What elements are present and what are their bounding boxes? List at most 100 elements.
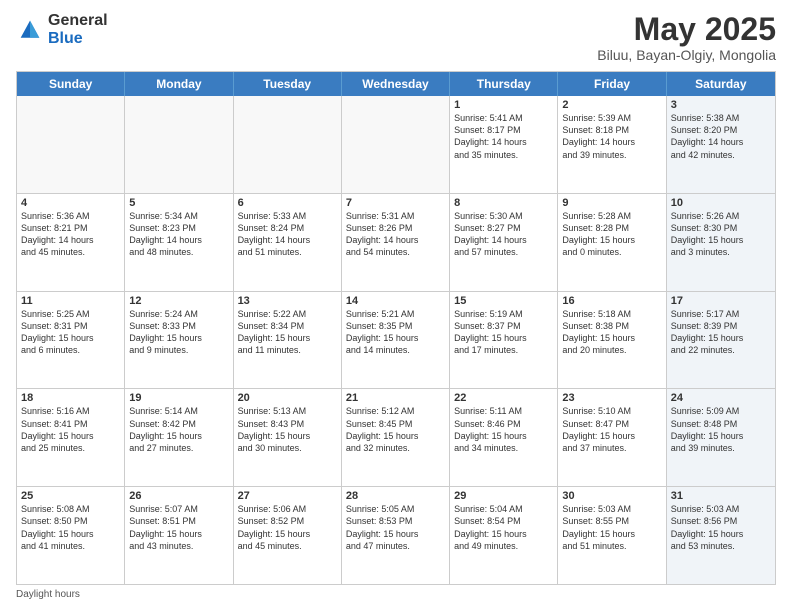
- cal-cell: 31Sunrise: 5:03 AM Sunset: 8:56 PM Dayli…: [667, 487, 775, 584]
- cal-cell: 17Sunrise: 5:17 AM Sunset: 8:39 PM Dayli…: [667, 292, 775, 389]
- cal-cell: 6Sunrise: 5:33 AM Sunset: 8:24 PM Daylig…: [234, 194, 342, 291]
- day-info: Sunrise: 5:24 AM Sunset: 8:33 PM Dayligh…: [129, 308, 228, 357]
- logo-text: General Blue: [48, 12, 108, 47]
- day-number: 28: [346, 490, 445, 502]
- day-number: 17: [671, 295, 771, 307]
- day-number: 24: [671, 392, 771, 404]
- cal-week-4: 18Sunrise: 5:16 AM Sunset: 8:41 PM Dayli…: [17, 389, 775, 487]
- calendar: SundayMondayTuesdayWednesdayThursdayFrid…: [16, 71, 776, 585]
- cal-cell: 12Sunrise: 5:24 AM Sunset: 8:33 PM Dayli…: [125, 292, 233, 389]
- cal-cell: 13Sunrise: 5:22 AM Sunset: 8:34 PM Dayli…: [234, 292, 342, 389]
- day-info: Sunrise: 5:25 AM Sunset: 8:31 PM Dayligh…: [21, 308, 120, 357]
- header-day-friday: Friday: [558, 72, 666, 96]
- day-number: 10: [671, 197, 771, 209]
- header-day-monday: Monday: [125, 72, 233, 96]
- footer-note: Daylight hours: [16, 589, 776, 600]
- cal-cell: 19Sunrise: 5:14 AM Sunset: 8:42 PM Dayli…: [125, 389, 233, 486]
- cal-week-1: 1Sunrise: 5:41 AM Sunset: 8:17 PM Daylig…: [17, 96, 775, 194]
- day-number: 5: [129, 197, 228, 209]
- day-info: Sunrise: 5:08 AM Sunset: 8:50 PM Dayligh…: [21, 503, 120, 552]
- day-number: 21: [346, 392, 445, 404]
- day-info: Sunrise: 5:39 AM Sunset: 8:18 PM Dayligh…: [562, 112, 661, 161]
- day-info: Sunrise: 5:41 AM Sunset: 8:17 PM Dayligh…: [454, 112, 553, 161]
- day-info: Sunrise: 5:28 AM Sunset: 8:28 PM Dayligh…: [562, 210, 661, 259]
- cal-cell: 23Sunrise: 5:10 AM Sunset: 8:47 PM Dayli…: [558, 389, 666, 486]
- cal-cell: 27Sunrise: 5:06 AM Sunset: 8:52 PM Dayli…: [234, 487, 342, 584]
- page: General Blue May 2025 Biluu, Bayan-Olgiy…: [0, 0, 792, 612]
- cal-cell: 11Sunrise: 5:25 AM Sunset: 8:31 PM Dayli…: [17, 292, 125, 389]
- day-number: 22: [454, 392, 553, 404]
- day-info: Sunrise: 5:31 AM Sunset: 8:26 PM Dayligh…: [346, 210, 445, 259]
- calendar-header: SundayMondayTuesdayWednesdayThursdayFrid…: [17, 72, 775, 96]
- day-number: 29: [454, 490, 553, 502]
- cal-cell: 24Sunrise: 5:09 AM Sunset: 8:48 PM Dayli…: [667, 389, 775, 486]
- cal-cell: 20Sunrise: 5:13 AM Sunset: 8:43 PM Dayli…: [234, 389, 342, 486]
- cal-cell: 7Sunrise: 5:31 AM Sunset: 8:26 PM Daylig…: [342, 194, 450, 291]
- day-number: 1: [454, 99, 553, 111]
- day-number: 13: [238, 295, 337, 307]
- day-number: 4: [21, 197, 120, 209]
- cal-cell: 1Sunrise: 5:41 AM Sunset: 8:17 PM Daylig…: [450, 96, 558, 193]
- cal-week-2: 4Sunrise: 5:36 AM Sunset: 8:21 PM Daylig…: [17, 194, 775, 292]
- day-number: 25: [21, 490, 120, 502]
- day-info: Sunrise: 5:22 AM Sunset: 8:34 PM Dayligh…: [238, 308, 337, 357]
- day-info: Sunrise: 5:11 AM Sunset: 8:46 PM Dayligh…: [454, 405, 553, 454]
- day-info: Sunrise: 5:17 AM Sunset: 8:39 PM Dayligh…: [671, 308, 771, 357]
- cal-cell: [125, 96, 233, 193]
- day-info: Sunrise: 5:10 AM Sunset: 8:47 PM Dayligh…: [562, 405, 661, 454]
- day-info: Sunrise: 5:34 AM Sunset: 8:23 PM Dayligh…: [129, 210, 228, 259]
- day-info: Sunrise: 5:05 AM Sunset: 8:53 PM Dayligh…: [346, 503, 445, 552]
- day-number: 30: [562, 490, 661, 502]
- cal-week-5: 25Sunrise: 5:08 AM Sunset: 8:50 PM Dayli…: [17, 487, 775, 584]
- calendar-body: 1Sunrise: 5:41 AM Sunset: 8:17 PM Daylig…: [17, 96, 775, 584]
- day-info: Sunrise: 5:09 AM Sunset: 8:48 PM Dayligh…: [671, 405, 771, 454]
- header-day-sunday: Sunday: [17, 72, 125, 96]
- day-number: 20: [238, 392, 337, 404]
- day-info: Sunrise: 5:19 AM Sunset: 8:37 PM Dayligh…: [454, 308, 553, 357]
- day-info: Sunrise: 5:21 AM Sunset: 8:35 PM Dayligh…: [346, 308, 445, 357]
- day-info: Sunrise: 5:06 AM Sunset: 8:52 PM Dayligh…: [238, 503, 337, 552]
- cal-cell: [342, 96, 450, 193]
- day-number: 8: [454, 197, 553, 209]
- day-info: Sunrise: 5:33 AM Sunset: 8:24 PM Dayligh…: [238, 210, 337, 259]
- logo: General Blue: [16, 12, 108, 47]
- title-block: May 2025 Biluu, Bayan-Olgiy, Mongolia: [597, 12, 776, 63]
- day-info: Sunrise: 5:16 AM Sunset: 8:41 PM Dayligh…: [21, 405, 120, 454]
- day-info: Sunrise: 5:26 AM Sunset: 8:30 PM Dayligh…: [671, 210, 771, 259]
- day-number: 3: [671, 99, 771, 111]
- day-number: 18: [21, 392, 120, 404]
- cal-cell: 10Sunrise: 5:26 AM Sunset: 8:30 PM Dayli…: [667, 194, 775, 291]
- cal-cell: 8Sunrise: 5:30 AM Sunset: 8:27 PM Daylig…: [450, 194, 558, 291]
- logo-general: General: [48, 12, 108, 30]
- header-day-tuesday: Tuesday: [234, 72, 342, 96]
- day-number: 14: [346, 295, 445, 307]
- cal-cell: 4Sunrise: 5:36 AM Sunset: 8:21 PM Daylig…: [17, 194, 125, 291]
- day-info: Sunrise: 5:30 AM Sunset: 8:27 PM Dayligh…: [454, 210, 553, 259]
- cal-cell: 22Sunrise: 5:11 AM Sunset: 8:46 PM Dayli…: [450, 389, 558, 486]
- cal-cell: 16Sunrise: 5:18 AM Sunset: 8:38 PM Dayli…: [558, 292, 666, 389]
- cal-cell: 3Sunrise: 5:38 AM Sunset: 8:20 PM Daylig…: [667, 96, 775, 193]
- day-info: Sunrise: 5:04 AM Sunset: 8:54 PM Dayligh…: [454, 503, 553, 552]
- logo-icon: [16, 16, 44, 44]
- header: General Blue May 2025 Biluu, Bayan-Olgiy…: [16, 12, 776, 63]
- cal-cell: 5Sunrise: 5:34 AM Sunset: 8:23 PM Daylig…: [125, 194, 233, 291]
- day-number: 2: [562, 99, 661, 111]
- day-number: 15: [454, 295, 553, 307]
- cal-cell: 29Sunrise: 5:04 AM Sunset: 8:54 PM Dayli…: [450, 487, 558, 584]
- day-info: Sunrise: 5:36 AM Sunset: 8:21 PM Dayligh…: [21, 210, 120, 259]
- day-info: Sunrise: 5:13 AM Sunset: 8:43 PM Dayligh…: [238, 405, 337, 454]
- cal-cell: 30Sunrise: 5:03 AM Sunset: 8:55 PM Dayli…: [558, 487, 666, 584]
- day-info: Sunrise: 5:38 AM Sunset: 8:20 PM Dayligh…: [671, 112, 771, 161]
- calendar-subtitle: Biluu, Bayan-Olgiy, Mongolia: [597, 47, 776, 63]
- header-day-thursday: Thursday: [450, 72, 558, 96]
- cal-cell: 15Sunrise: 5:19 AM Sunset: 8:37 PM Dayli…: [450, 292, 558, 389]
- day-number: 11: [21, 295, 120, 307]
- day-info: Sunrise: 5:14 AM Sunset: 8:42 PM Dayligh…: [129, 405, 228, 454]
- day-number: 31: [671, 490, 771, 502]
- day-number: 26: [129, 490, 228, 502]
- day-number: 7: [346, 197, 445, 209]
- cal-cell: 28Sunrise: 5:05 AM Sunset: 8:53 PM Dayli…: [342, 487, 450, 584]
- calendar-title: May 2025: [597, 12, 776, 47]
- day-info: Sunrise: 5:03 AM Sunset: 8:56 PM Dayligh…: [671, 503, 771, 552]
- header-day-saturday: Saturday: [667, 72, 775, 96]
